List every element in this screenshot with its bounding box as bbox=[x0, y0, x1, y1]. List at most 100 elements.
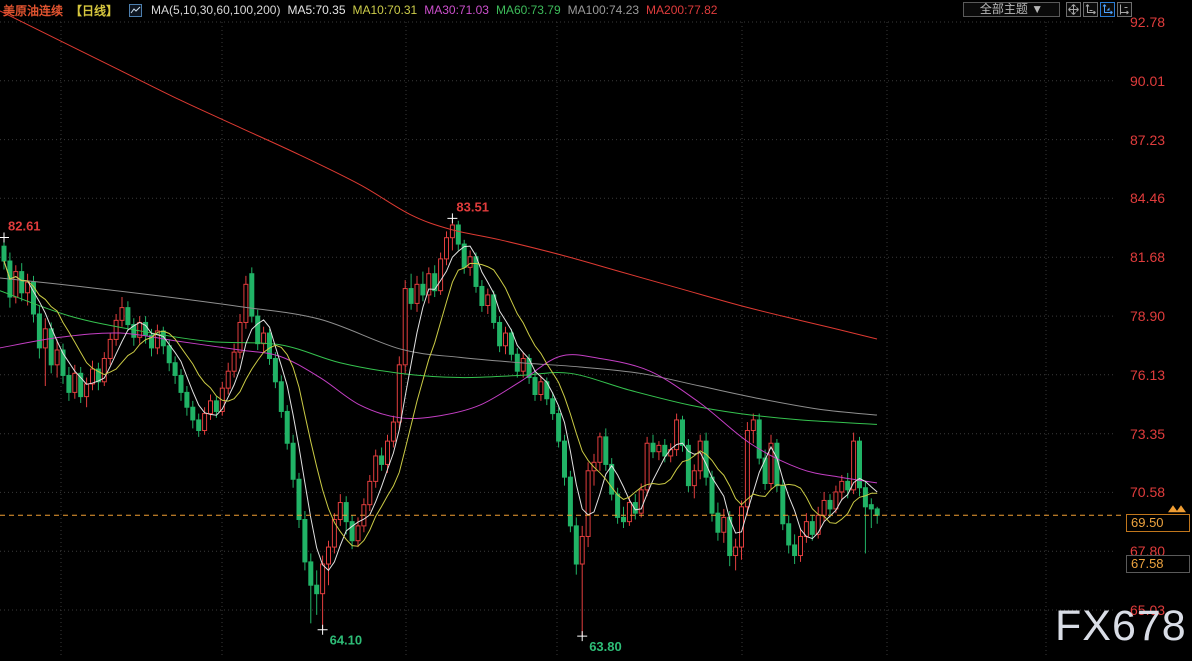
candle-down bbox=[868, 504, 874, 510]
candle-up bbox=[691, 470, 697, 487]
candle-up bbox=[113, 319, 119, 340]
candle-down bbox=[455, 224, 461, 245]
extreme-price-label: 63.80 bbox=[589, 639, 622, 654]
legend-ma-value: MA200:77.82 bbox=[646, 3, 718, 17]
legend-ma-value: MA30:71.03 bbox=[424, 3, 489, 17]
candle-up bbox=[656, 444, 662, 453]
candle-down bbox=[473, 256, 479, 287]
candle-down bbox=[532, 377, 538, 396]
candle-down bbox=[172, 362, 178, 376]
candle-down bbox=[680, 419, 685, 446]
candle-down bbox=[184, 391, 190, 408]
candle-down bbox=[874, 508, 880, 516]
axis-tick-label: 78.90 bbox=[1130, 308, 1166, 325]
candle-up bbox=[815, 514, 821, 535]
candle-up bbox=[798, 535, 803, 557]
candle-down bbox=[249, 273, 255, 317]
extreme-cross-icon bbox=[447, 213, 458, 224]
candle-down bbox=[78, 372, 84, 398]
extreme-price-label: 64.10 bbox=[330, 633, 363, 648]
mini-chart-icon bbox=[129, 3, 143, 17]
price-flag-icon bbox=[1168, 505, 1186, 513]
candle-up bbox=[231, 351, 237, 372]
candle-up bbox=[367, 480, 373, 506]
candle-down bbox=[479, 285, 485, 307]
candle-down bbox=[862, 487, 868, 508]
candle-down bbox=[792, 544, 798, 557]
candle-up bbox=[750, 419, 756, 432]
candle-up bbox=[520, 357, 526, 372]
candle-up bbox=[585, 470, 591, 537]
candle-up bbox=[597, 436, 603, 463]
watermark-logo: FX678 bbox=[1055, 602, 1187, 650]
legend-ma-value: MA5:70.35 bbox=[287, 3, 346, 17]
candle-down bbox=[827, 499, 833, 510]
extreme-price-label: 83.51 bbox=[456, 199, 489, 214]
candle-up bbox=[390, 421, 396, 442]
candle-up bbox=[355, 525, 361, 542]
axis-tick-label: 81.68 bbox=[1130, 249, 1166, 266]
candle-down bbox=[267, 332, 272, 359]
extreme-cross-icon bbox=[577, 631, 588, 642]
candle-down bbox=[556, 413, 562, 442]
ma100-line bbox=[0, 277, 878, 416]
candle-down bbox=[420, 283, 426, 296]
candle-down bbox=[314, 584, 320, 595]
candle-up bbox=[467, 256, 473, 268]
candle-up bbox=[444, 237, 449, 260]
pan-icon[interactable] bbox=[1066, 2, 1081, 17]
candle-down bbox=[573, 525, 579, 565]
ma-settings-label: MA(5,10,30,60,100,200) bbox=[151, 3, 281, 17]
candle-up bbox=[821, 499, 827, 516]
candlestick-plot[interactable]: 82.61 83.51 64.10 63.80 bbox=[0, 0, 1192, 661]
extreme-cross-icon bbox=[317, 624, 328, 635]
axis-tick-label: 73.35 bbox=[1130, 425, 1166, 442]
axis-tick-label: 90.01 bbox=[1130, 72, 1166, 89]
candle-down bbox=[48, 328, 54, 366]
candle-up bbox=[320, 563, 326, 595]
last-price-box: 69.50 bbox=[1126, 514, 1190, 533]
candle-down bbox=[567, 476, 573, 527]
candle-up bbox=[503, 332, 508, 347]
candle-up bbox=[107, 338, 113, 359]
chart-toolbar bbox=[1066, 2, 1132, 17]
legend-bar: 美原油连续 【日线】 MA(5,10,30,60,100,200) MA5:70… bbox=[3, 2, 717, 18]
candle-down bbox=[213, 400, 219, 412]
candle-up bbox=[243, 283, 249, 323]
axis-tick-label: 84.46 bbox=[1130, 190, 1166, 207]
candle-up bbox=[337, 502, 343, 521]
themes-dropdown[interactable]: 全部主题 ▼ bbox=[963, 2, 1060, 17]
candle-down bbox=[66, 374, 72, 393]
candle-down bbox=[786, 523, 792, 546]
candle-down bbox=[166, 345, 172, 364]
candle-down bbox=[272, 357, 278, 383]
candle-down bbox=[125, 307, 131, 326]
candle-down bbox=[508, 332, 514, 355]
candle-down bbox=[255, 315, 261, 345]
candle-up bbox=[84, 383, 90, 398]
candle-down bbox=[497, 321, 503, 347]
candle-up bbox=[733, 546, 739, 557]
candle-down bbox=[809, 521, 815, 535]
legend-ma-value: MA100:74.23 bbox=[567, 3, 640, 17]
axis-tick-label: 76.13 bbox=[1130, 366, 1166, 383]
candle-down bbox=[178, 374, 184, 393]
axis-scale-active-icon[interactable] bbox=[1100, 2, 1115, 17]
candle-up bbox=[42, 328, 48, 349]
candle-down bbox=[562, 440, 567, 478]
legend-ma-value: MA60:73.79 bbox=[495, 3, 561, 17]
candle-up bbox=[261, 332, 267, 345]
candle-up bbox=[326, 546, 331, 565]
candle-up bbox=[538, 381, 544, 396]
candle-up bbox=[72, 372, 78, 393]
axis-scale-icon[interactable] bbox=[1083, 2, 1098, 17]
chevron-down-icon: ▼ bbox=[1031, 2, 1044, 16]
candle-down bbox=[19, 271, 25, 294]
candle-down bbox=[302, 519, 308, 563]
candle-up bbox=[438, 258, 444, 292]
candle-down bbox=[379, 455, 385, 465]
candle-up bbox=[839, 480, 845, 493]
candle-up bbox=[331, 519, 337, 548]
candle-up bbox=[485, 294, 491, 307]
candle-up bbox=[402, 288, 408, 366]
